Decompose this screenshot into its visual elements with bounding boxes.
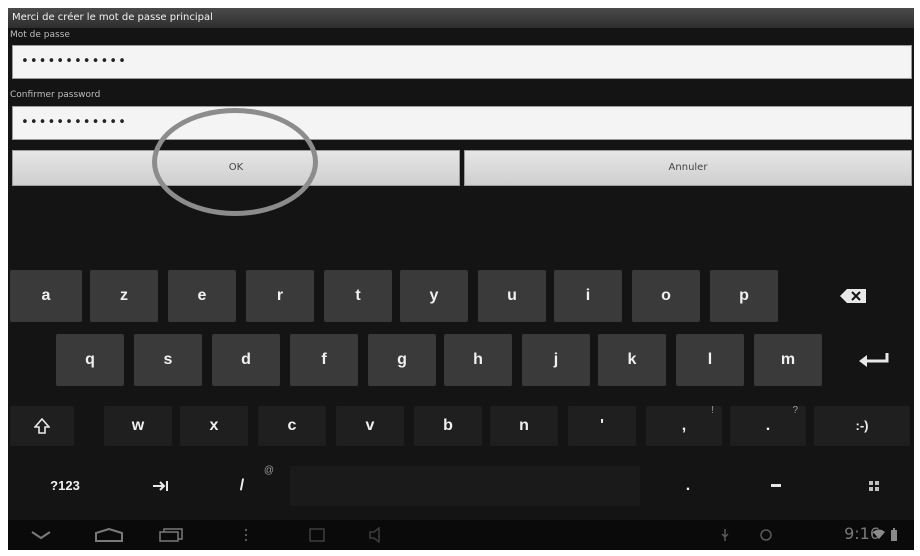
comma-label: , — [681, 417, 687, 434]
key-g[interactable]: g — [368, 334, 436, 386]
password-label: Mot de passe — [10, 30, 70, 40]
tab-icon — [153, 480, 168, 491]
key-o[interactable]: o — [632, 270, 700, 322]
key-t[interactable]: t — [324, 270, 392, 322]
ok-highlight-circle — [152, 108, 318, 216]
dash-key[interactable] — [736, 466, 816, 506]
shift-icon — [33, 417, 51, 434]
key-s[interactable]: s — [134, 334, 202, 386]
key-x[interactable]: x — [180, 406, 248, 446]
key-comma[interactable]: , ! — [646, 405, 722, 446]
confirm-password-field[interactable]: •••••••••••• — [12, 106, 912, 140]
key-b[interactable]: b — [414, 406, 482, 446]
device-screen: Merci de créer le mot de passe principal… — [8, 8, 914, 550]
key-a[interactable]: a — [10, 270, 82, 322]
hide-keyboard-icon[interactable] — [30, 530, 52, 540]
key-apostrophe[interactable]: ' — [568, 406, 636, 446]
key-z[interactable]: z — [90, 270, 158, 322]
key-i[interactable]: i — [554, 270, 622, 322]
space-key[interactable] — [290, 466, 640, 506]
key-k[interactable]: k — [598, 334, 666, 386]
key-h[interactable]: h — [444, 334, 512, 386]
key-c[interactable]: c — [258, 406, 326, 446]
tab-key[interactable] — [128, 466, 194, 506]
settings-key[interactable] — [838, 466, 910, 506]
slash-label: / — [239, 477, 245, 494]
recent-apps-icon[interactable] — [158, 528, 184, 542]
key-e[interactable]: e — [168, 270, 236, 322]
backspace-icon — [840, 288, 866, 303]
backspace-key[interactable] — [798, 270, 908, 322]
password-field[interactable]: •••••••••••• — [12, 45, 912, 79]
key-l[interactable]: l — [676, 334, 744, 386]
usb-icon — [721, 529, 729, 541]
key-p[interactable]: p — [710, 270, 778, 322]
key-j[interactable]: j — [522, 334, 590, 386]
shift-key[interactable] — [10, 406, 74, 446]
battery-icon — [891, 528, 897, 541]
comma-hint: ! — [711, 405, 714, 416]
key-m[interactable]: m — [754, 334, 822, 386]
slash-hint: @ — [263, 465, 274, 476]
key-period[interactable]: . ? — [730, 405, 806, 446]
key-r[interactable]: r — [246, 270, 314, 322]
key-y[interactable]: y — [400, 270, 468, 322]
navigation-bar: 9:16 — [8, 520, 914, 550]
period-hint: ? — [792, 405, 798, 416]
period-label: . — [765, 417, 771, 434]
screenshot-icon[interactable] — [308, 527, 326, 543]
key-v[interactable]: v — [336, 406, 404, 446]
key-f[interactable]: f — [290, 334, 358, 386]
keyboard-settings-icon — [869, 480, 879, 491]
numbers-key[interactable]: ?123 — [10, 466, 120, 506]
key-w[interactable]: w — [104, 406, 172, 446]
key-period-bottom[interactable]: . — [648, 466, 728, 506]
confirm-password-label: Confirmer password — [10, 90, 101, 100]
dash-icon — [771, 483, 781, 487]
wifi-icon — [873, 529, 885, 539]
key-d[interactable]: d — [212, 334, 280, 386]
cancel-button[interactable]: Annuler — [464, 150, 912, 186]
enter-key[interactable] — [838, 334, 910, 386]
menu-dots-icon[interactable] — [244, 528, 248, 542]
enter-icon — [859, 352, 889, 367]
volume-icon[interactable] — [368, 527, 390, 543]
key-q[interactable]: q — [56, 334, 124, 386]
dialog-title: Merci de créer le mot de passe principal — [8, 8, 914, 28]
key-u[interactable]: u — [478, 270, 546, 322]
key-n[interactable]: n — [490, 406, 558, 446]
slash-key[interactable]: / @ — [202, 465, 282, 506]
sync-icon — [760, 529, 772, 541]
smiley-key[interactable]: :-) — [814, 406, 910, 446]
home-icon[interactable] — [94, 528, 124, 542]
